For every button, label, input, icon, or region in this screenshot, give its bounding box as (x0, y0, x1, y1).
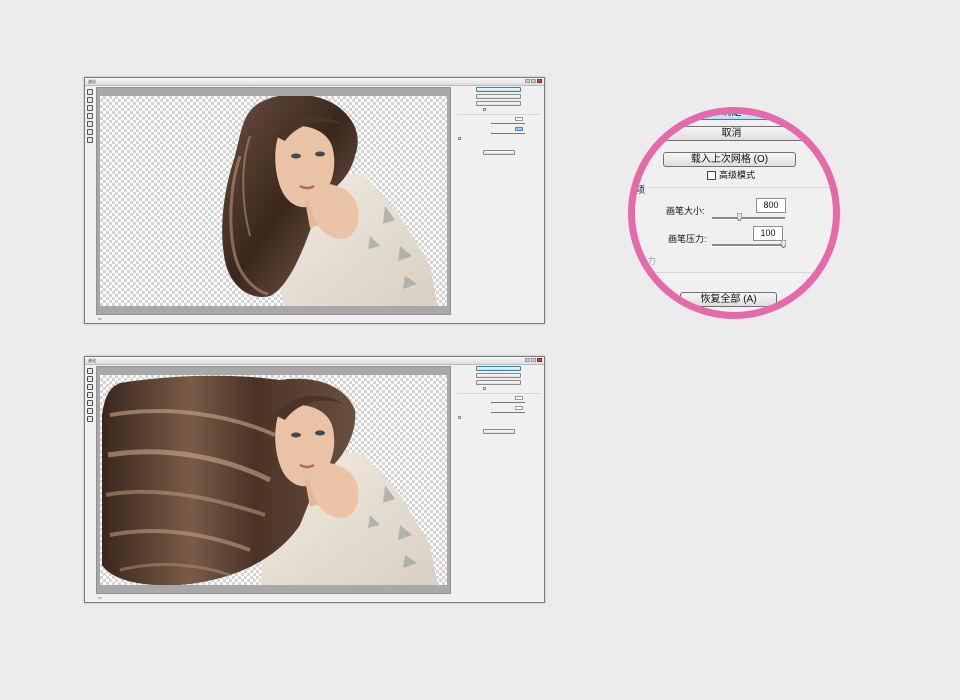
ok-button[interactable] (476, 87, 521, 92)
liquify-window-after: 液化 ▭ (84, 356, 545, 603)
options-panel (455, 366, 542, 594)
liquify-window-before: 液化 ▭ (84, 77, 545, 324)
zoom-tool-icon[interactable] (87, 416, 93, 422)
brush-pressure-label: 画笔压力: (668, 234, 707, 244)
window-controls (525, 358, 542, 362)
transparency-grid (100, 96, 447, 306)
stylus-pressure-checkbox[interactable] (458, 137, 461, 140)
restore-all-button[interactable]: 恢复全部 (A) (680, 292, 777, 307)
zoom-select[interactable]: ▭ (98, 315, 102, 322)
pucker-tool-icon[interactable] (87, 113, 93, 119)
divider (635, 187, 833, 188)
options-panel (455, 87, 542, 315)
brush-pressure-slider-thumb[interactable] (781, 240, 786, 248)
brush-size-input[interactable] (515, 117, 523, 121)
window-title: 液化 (88, 358, 96, 363)
divider (635, 272, 833, 273)
ok-button[interactable] (476, 366, 521, 371)
status-bar: ▭ (96, 594, 453, 601)
forward-warp-tool-icon[interactable] (87, 89, 93, 95)
transparency-grid (100, 375, 447, 585)
maximize-icon[interactable] (531, 79, 536, 83)
brush-size-input[interactable] (515, 396, 523, 400)
window-titlebar[interactable]: 液化 (85, 78, 544, 86)
reconstruct-tool-icon[interactable] (87, 97, 93, 103)
window-titlebar[interactable]: 液化 (85, 357, 544, 365)
tool-panel (86, 366, 95, 594)
brush-size-input[interactable]: 800 (756, 198, 786, 213)
close-icon[interactable] (537, 358, 542, 362)
window-controls (525, 79, 542, 83)
window-title: 液化 (88, 79, 96, 84)
brush-pressure-input[interactable]: 100 (753, 226, 783, 241)
maximize-icon[interactable] (531, 358, 536, 362)
brush-size-slider[interactable] (491, 402, 525, 403)
tool-panel (86, 87, 95, 315)
brush-size-slider[interactable] (491, 123, 525, 124)
zoom-callout: 确定 取消 载入上次网格 (O) 高级模式 选项 画笔大小: 800 画笔压力:… (628, 107, 840, 319)
close-icon[interactable] (537, 79, 542, 83)
reconstruct-tool-icon[interactable] (87, 376, 93, 382)
preview-canvas[interactable] (96, 366, 451, 594)
stylus-pressure-checkbox[interactable] (458, 416, 461, 419)
brush-size-slider-track[interactable] (712, 217, 785, 220)
brush-pressure-input[interactable] (515, 406, 523, 410)
cancel-button[interactable] (476, 373, 521, 378)
restore-all-button[interactable] (483, 150, 515, 155)
model-photo (222, 96, 438, 306)
advanced-mode-checkbox[interactable] (483, 387, 486, 390)
zoom-tool-icon[interactable] (87, 137, 93, 143)
brush-pressure-slider[interactable] (491, 133, 525, 134)
options-group-label: 选项 (628, 185, 648, 196)
advanced-mode-checkbox[interactable] (707, 171, 716, 180)
brush-pressure-input[interactable] (515, 127, 523, 131)
divider (457, 114, 540, 115)
forward-warp-tool-icon[interactable] (87, 368, 93, 374)
load-last-mesh-button[interactable]: 载入上次网格 (O) (663, 152, 796, 167)
load-mesh-button[interactable] (476, 380, 521, 385)
twirl-tool-icon[interactable] (87, 105, 93, 111)
minimize-icon[interactable] (525, 79, 530, 83)
confirm-button[interactable]: 确定 (659, 114, 804, 120)
minimize-icon[interactable] (525, 358, 530, 362)
twirl-tool-icon[interactable] (87, 384, 93, 390)
bloat-tool-icon[interactable] (87, 121, 93, 127)
cancel-button[interactable] (476, 94, 521, 99)
divider (457, 393, 540, 394)
cancel-button[interactable]: 取消 (659, 126, 804, 141)
brush-pressure-slider-track[interactable] (712, 244, 785, 247)
brush-pressure-slider[interactable] (491, 412, 525, 413)
status-bar: ▭ (96, 315, 453, 322)
model-photo-warped (102, 375, 438, 585)
load-mesh-button[interactable] (476, 101, 521, 106)
advanced-mode-checkbox[interactable] (483, 108, 486, 111)
bloat-tool-icon[interactable] (87, 400, 93, 406)
hand-tool-icon[interactable] (87, 129, 93, 135)
hand-tool-icon[interactable] (87, 408, 93, 414)
brush-size-label: 画笔大小: (666, 206, 705, 216)
preview-canvas[interactable] (96, 87, 451, 315)
pucker-tool-icon[interactable] (87, 392, 93, 398)
restore-all-button[interactable] (483, 429, 515, 434)
stylus-pressure-label: 压力 (638, 256, 657, 266)
advanced-mode-label: 高级模式 (719, 170, 756, 180)
brush-size-slider-thumb[interactable] (737, 213, 742, 221)
zoom-select[interactable]: ▭ (98, 594, 102, 601)
